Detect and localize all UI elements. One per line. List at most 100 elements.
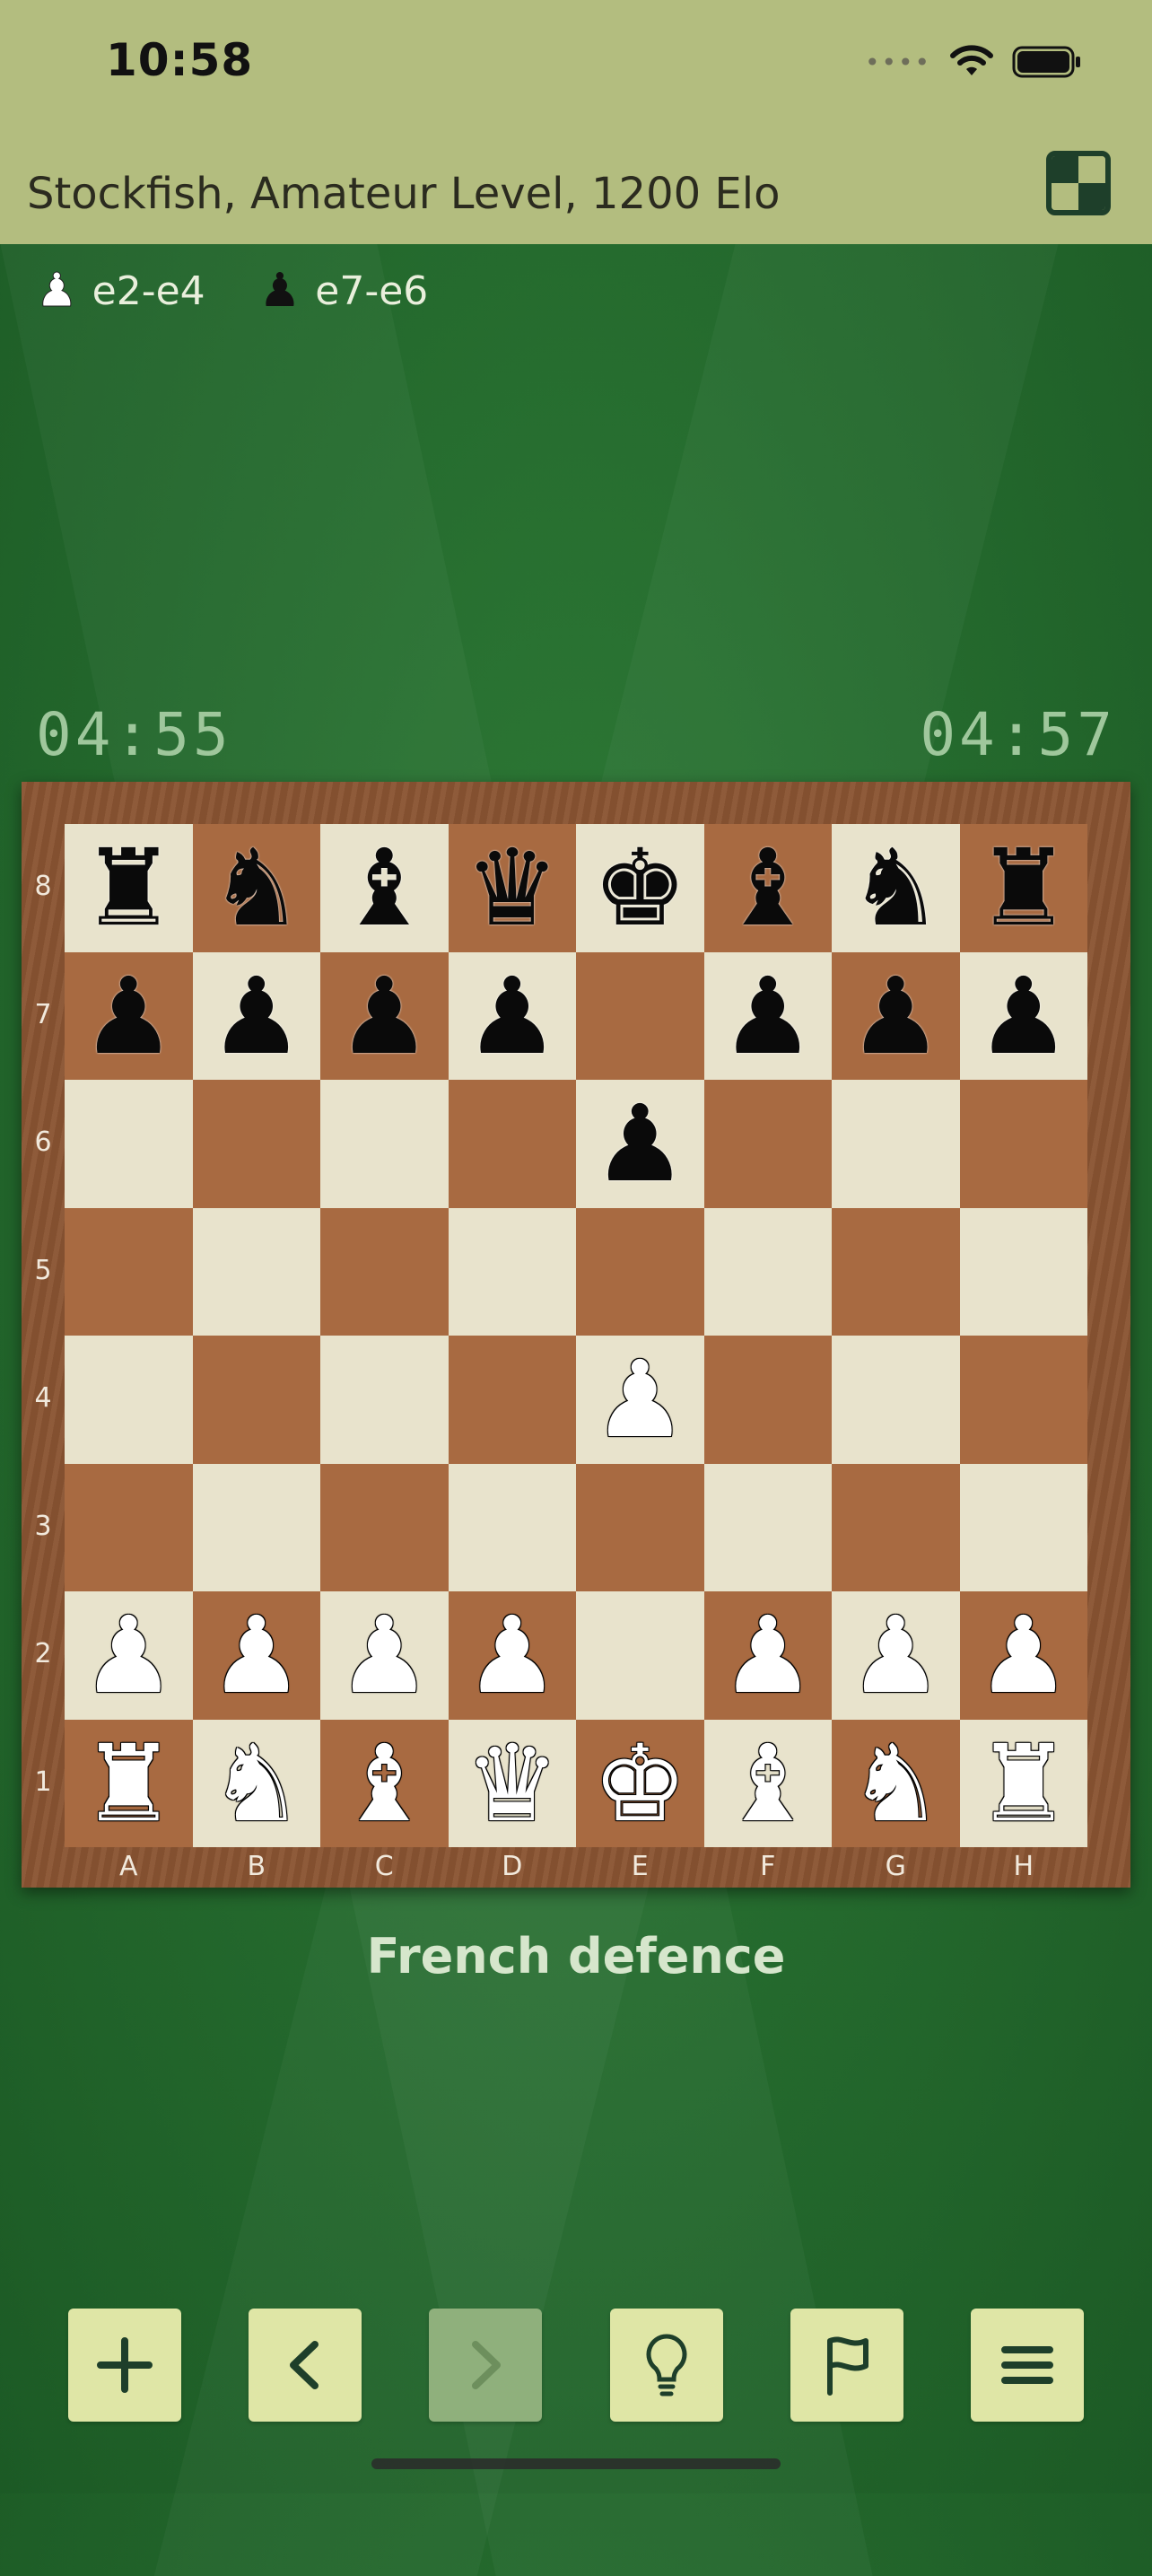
square-b7[interactable]: ♟ <box>192 951 320 1080</box>
square-g3[interactable] <box>832 1463 960 1591</box>
square-f3[interactable] <box>703 1463 832 1591</box>
black-pawn-icon[interactable]: ♟ <box>848 963 943 1069</box>
square-e1[interactable]: ♚ <box>576 1719 704 1847</box>
white-queen-icon[interactable]: ♛ <box>465 1730 560 1836</box>
black-pawn-icon[interactable]: ♟ <box>81 963 176 1069</box>
square-c1[interactable]: ♝ <box>320 1719 449 1847</box>
square-b6[interactable] <box>192 1080 320 1208</box>
square-h7[interactable]: ♟ <box>959 951 1087 1080</box>
white-bishop-icon[interactable]: ♝ <box>720 1730 816 1836</box>
square-g4[interactable] <box>832 1336 960 1464</box>
square-b1[interactable]: ♞ <box>192 1719 320 1847</box>
black-knight-icon[interactable]: ♞ <box>848 835 943 941</box>
square-e7[interactable] <box>576 951 704 1080</box>
square-a8[interactable]: ♜ <box>65 824 193 952</box>
square-e2[interactable] <box>576 1591 704 1720</box>
square-d5[interactable] <box>448 1207 576 1336</box>
square-g5[interactable] <box>832 1207 960 1336</box>
square-h5[interactable] <box>959 1207 1087 1336</box>
black-bishop-icon[interactable]: ♝ <box>336 835 432 941</box>
black-bishop-icon[interactable]: ♝ <box>720 835 816 941</box>
square-b8[interactable]: ♞ <box>192 824 320 952</box>
square-h8[interactable]: ♜ <box>959 824 1087 952</box>
black-pawn-icon[interactable]: ♟ <box>720 963 816 1069</box>
move-item[interactable]: ♟ e2-e4 <box>36 267 205 315</box>
hint-button[interactable] <box>609 2309 723 2422</box>
square-e3[interactable] <box>576 1463 704 1591</box>
square-d3[interactable] <box>448 1463 576 1591</box>
move-item[interactable]: ♟ e7-e6 <box>259 267 429 314</box>
white-king-icon[interactable]: ♚ <box>592 1730 687 1836</box>
black-rook-icon[interactable]: ♜ <box>81 835 176 941</box>
square-d1[interactable]: ♛ <box>448 1719 576 1847</box>
white-pawn-icon[interactable]: ♟ <box>976 1602 1071 1708</box>
new-game-button[interactable] <box>68 2309 181 2422</box>
square-h6[interactable] <box>959 1080 1087 1208</box>
square-f5[interactable] <box>703 1207 832 1336</box>
square-b3[interactable] <box>192 1463 320 1591</box>
square-h4[interactable] <box>959 1336 1087 1464</box>
square-d8[interactable]: ♛ <box>448 824 576 952</box>
white-pawn-icon[interactable]: ♟ <box>209 1602 304 1708</box>
menu-button[interactable] <box>970 2309 1084 2422</box>
square-f4[interactable] <box>703 1336 832 1464</box>
square-b2[interactable]: ♟ <box>192 1591 320 1720</box>
black-pawn-icon[interactable]: ♟ <box>336 963 432 1069</box>
black-pawn-icon[interactable]: ♟ <box>976 963 1071 1069</box>
black-queen-icon[interactable]: ♛ <box>465 835 560 941</box>
black-pawn-icon[interactable]: ♟ <box>592 1091 687 1196</box>
white-pawn-icon[interactable]: ♟ <box>592 1346 687 1452</box>
square-a2[interactable]: ♟ <box>65 1591 193 1720</box>
next-move-button[interactable] <box>429 2309 543 2422</box>
board-toggle-icon[interactable] <box>1046 151 1111 215</box>
square-h3[interactable] <box>959 1463 1087 1591</box>
white-pawn-icon[interactable]: ♟ <box>848 1602 943 1708</box>
square-f1[interactable]: ♝ <box>703 1719 832 1847</box>
square-e5[interactable] <box>576 1207 704 1336</box>
square-f8[interactable]: ♝ <box>703 824 832 952</box>
square-a3[interactable] <box>65 1463 193 1591</box>
black-king-icon[interactable]: ♚ <box>592 835 687 941</box>
square-c7[interactable]: ♟ <box>320 951 449 1080</box>
square-g7[interactable]: ♟ <box>832 951 960 1080</box>
square-f7[interactable]: ♟ <box>703 951 832 1080</box>
square-h1[interactable]: ♜ <box>959 1719 1087 1847</box>
square-c2[interactable]: ♟ <box>320 1591 449 1720</box>
square-d2[interactable]: ♟ <box>448 1591 576 1720</box>
square-c6[interactable] <box>320 1080 449 1208</box>
square-e8[interactable]: ♚ <box>576 824 704 952</box>
square-d6[interactable] <box>448 1080 576 1208</box>
square-e4[interactable]: ♟ <box>576 1336 704 1464</box>
square-f2[interactable]: ♟ <box>703 1591 832 1720</box>
white-knight-icon[interactable]: ♞ <box>848 1730 943 1836</box>
square-e6[interactable]: ♟ <box>576 1080 704 1208</box>
square-c3[interactable] <box>320 1463 449 1591</box>
square-c4[interactable] <box>320 1336 449 1464</box>
white-rook-icon[interactable]: ♜ <box>976 1730 1071 1836</box>
square-g2[interactable]: ♟ <box>832 1591 960 1720</box>
black-knight-icon[interactable]: ♞ <box>209 835 304 941</box>
previous-move-button[interactable] <box>249 2309 362 2422</box>
square-b4[interactable] <box>192 1336 320 1464</box>
white-rook-icon[interactable]: ♜ <box>81 1730 176 1836</box>
resign-button[interactable] <box>790 2309 903 2422</box>
white-bishop-icon[interactable]: ♝ <box>336 1730 432 1836</box>
square-g8[interactable]: ♞ <box>832 824 960 952</box>
square-a1[interactable]: ♜ <box>65 1719 193 1847</box>
white-pawn-icon[interactable]: ♟ <box>81 1602 176 1708</box>
square-h2[interactable]: ♟ <box>959 1591 1087 1720</box>
white-pawn-icon[interactable]: ♟ <box>336 1602 432 1708</box>
black-pawn-icon[interactable]: ♟ <box>209 963 304 1069</box>
chess-board[interactable]: ♜ ♞ ♝ ♛ ♚ ♝ ♞ ♜ ♟ ♟ ♟ ♟ ♟ ♟ ♟ ♟ ♟ ♟ ♟ ♟ ♟ ♟ ♟ ♟ ♜ ♞ ♝ ♛ ♚ ♝ ♞ ♜ <box>65 824 1087 1847</box>
black-pawn-icon[interactable]: ♟ <box>465 963 560 1069</box>
square-a5[interactable] <box>65 1207 193 1336</box>
square-b5[interactable] <box>192 1207 320 1336</box>
square-a6[interactable] <box>65 1080 193 1208</box>
square-c5[interactable] <box>320 1207 449 1336</box>
square-c8[interactable]: ♝ <box>320 824 449 952</box>
white-knight-icon[interactable]: ♞ <box>209 1730 304 1836</box>
black-rook-icon[interactable]: ♜ <box>976 835 1071 941</box>
white-pawn-icon[interactable]: ♟ <box>720 1602 816 1708</box>
square-d7[interactable]: ♟ <box>448 951 576 1080</box>
square-g1[interactable]: ♞ <box>832 1719 960 1847</box>
